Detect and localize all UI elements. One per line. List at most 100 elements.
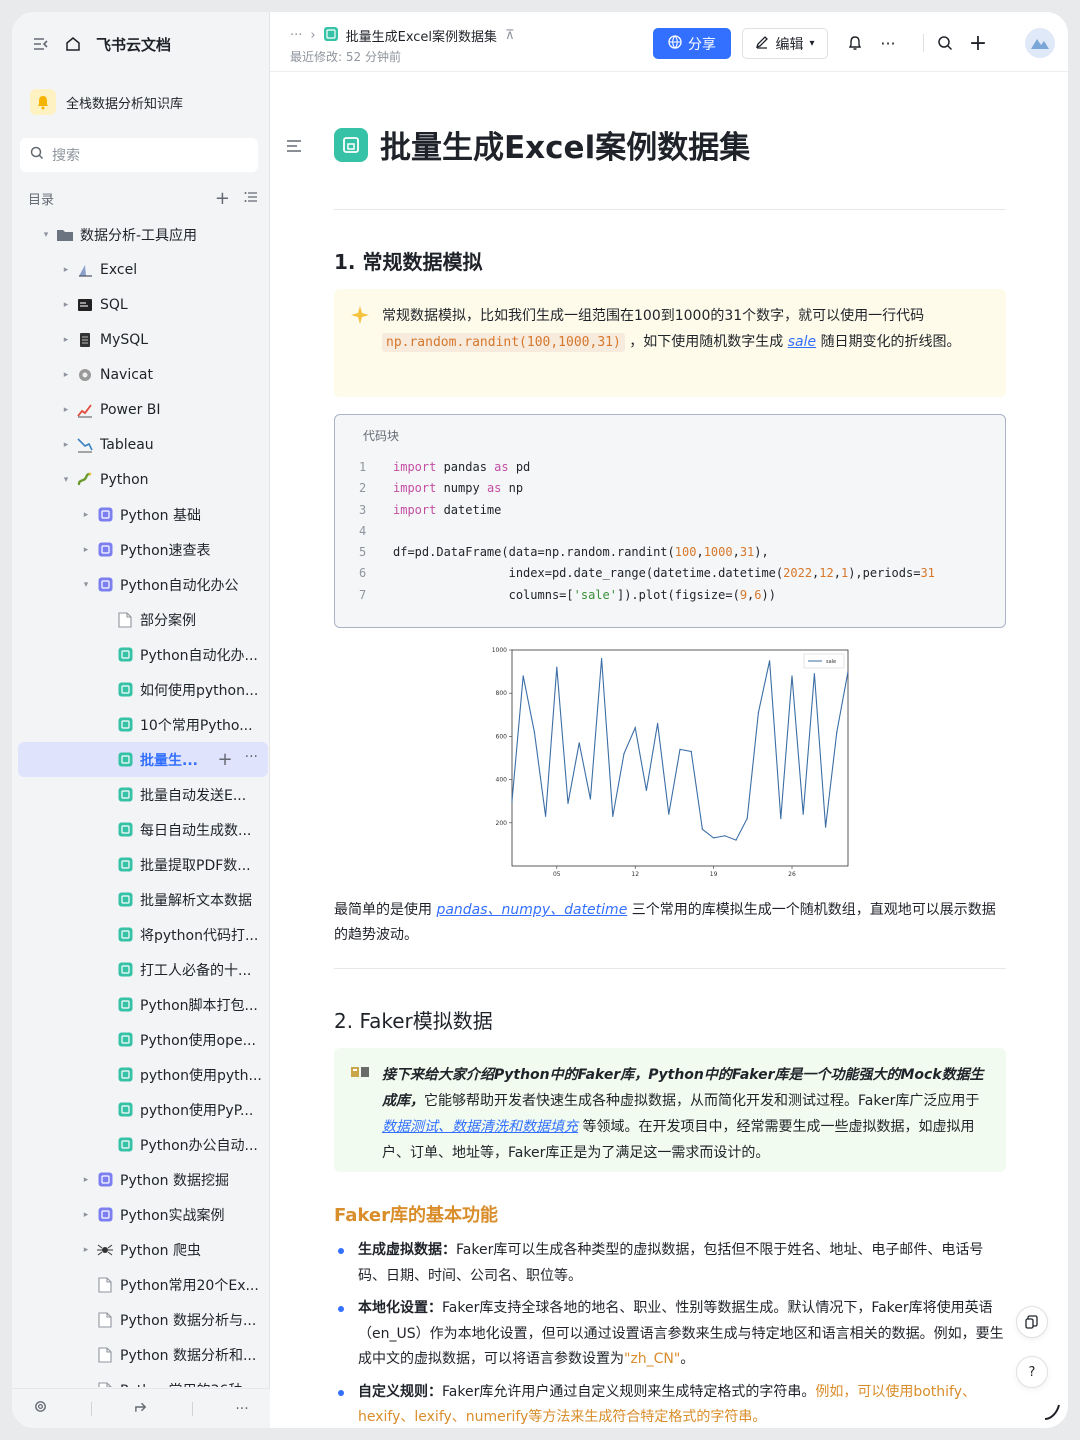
sidebar-item[interactable]: Python使用ope... [12,1022,270,1057]
inline-link[interactable]: sale [788,334,816,350]
settings-icon[interactable] [33,1399,48,1418]
more-icon[interactable]: ··· [235,1401,248,1417]
search-input[interactable]: 搜索 [20,138,258,172]
sidebar: 飞书云文档 全栈数据分析知识库 搜索 目录 + ▾ 数据分析-工具应用 ▸ Excel… [12,12,270,1428]
sidebar-item[interactable]: ▸ Excel [12,252,270,287]
share-button[interactable]: 分享 [653,28,731,59]
pin-icon[interactable]: ⊼ [505,28,515,43]
chevron-icon[interactable]: ▸ [80,1245,92,1255]
data-point [746,817,748,820]
chevron-icon[interactable]: ▾ [80,580,92,590]
sidebar-item[interactable]: Python常用的36种... [12,1372,270,1387]
sidebar-item[interactable]: ▸ Tableau [12,427,270,462]
sidebar-item[interactable]: python使用pyth... [12,1057,270,1092]
sidebar-item[interactable]: ▸ Python 爬虫 [12,1232,270,1267]
sidebar-item[interactable]: Python常用20个Ex... [12,1267,270,1302]
chevron-icon[interactable]: ▸ [80,510,92,520]
doc-icon [96,1171,114,1189]
sidebar-item[interactable]: 10个常用Pytho... [12,707,270,742]
more-options-icon[interactable]: ··· [877,32,899,54]
chevron-icon[interactable]: ▸ [60,265,72,275]
sidebar-item[interactable]: 部分案例 [12,602,270,637]
chevron-icon[interactable]: ▸ [80,1175,92,1185]
sidebar-item[interactable]: 每日自动生成数... [12,812,270,847]
resize-handle-icon[interactable] [1042,1402,1062,1422]
chevron-icon[interactable]: ▾ [60,475,72,485]
list-item-title: 本地化设置： [358,1300,442,1316]
data-point [836,731,838,733]
doc-icon [116,681,134,699]
list-icon[interactable] [244,191,258,207]
sidebar-item[interactable]: ▸ Python实战案例 [12,1197,270,1232]
sidebar-item[interactable]: ▸ Power BI [12,392,270,427]
sidebar-item-label: SQL [100,296,128,313]
sidebar-item[interactable]: 将python代码打... [12,917,270,952]
chevron-icon[interactable]: ▸ [60,300,72,310]
sidebar-item-label: Power BI [100,401,161,418]
sidebar-item[interactable]: ▾ Python自动化办公 [12,567,270,602]
sidebar-item[interactable]: Python自动化办... [12,637,270,672]
sidebar-item[interactable]: ▸ MySQL [12,322,270,357]
more-icon[interactable]: ··· [245,749,258,770]
sidebar-item[interactable]: ▾ 数据分析-工具应用 [12,217,270,252]
chevron-icon[interactable]: ▸ [80,545,92,555]
breadcrumb-more[interactable]: ··· [290,28,302,43]
sidebar-item[interactable]: 如何使用python... [12,672,270,707]
divider [334,209,1006,210]
chevron-icon[interactable]: ▾ [40,230,52,240]
breadcrumb-doc-title[interactable]: 批量生成Excel案例数据集 [346,26,497,45]
app-name[interactable]: 飞书云文档 [96,34,171,55]
sidebar-item-label: Python [100,471,149,488]
collapse-sidebar-icon[interactable] [32,35,50,53]
chevron-icon[interactable]: ▸ [60,370,72,380]
help-button[interactable]: ? [1016,1356,1048,1388]
list-item: 本地化设置：Faker库支持全球各地的地名、职业、性别等数据生成。默认情况下，F… [334,1296,1006,1373]
sidebar-item-label: Navicat [100,366,153,383]
x-tick-label: 05 [553,871,561,878]
data-point [567,802,569,804]
edit-button[interactable]: 编辑 ▾ [742,28,828,59]
chevron-icon[interactable]: ▸ [60,405,72,415]
callout-text-part: 常规数据模拟，比如我们生成一组范围在100到1000的31个数字，就可以使用一行… [382,308,925,324]
code-line: 4 [359,521,935,542]
doc-icon [116,1066,134,1084]
sidebar-item[interactable]: ▸ Navicat [12,357,270,392]
sidebar-item[interactable]: 批量生... + ··· [18,742,268,777]
sidebar-item[interactable]: 批量自动发送E... [12,777,270,812]
sidebar-item[interactable]: Python 数据分析与... [12,1302,270,1337]
create-icon[interactable]: + [967,31,989,56]
sidebar-item[interactable]: python使用PyP... [12,1092,270,1127]
sidebar-item[interactable]: Python 数据分析和... [12,1337,270,1372]
avatar[interactable] [1025,28,1055,58]
sidebar-item[interactable]: 批量提取PDF数... [12,847,270,882]
sidebar-item[interactable]: ▸ Python速查表 [12,532,270,567]
home-icon[interactable] [64,35,82,53]
sidebar-item[interactable]: 批量解析文本数据 [12,882,270,917]
code-block[interactable]: 代码块 1 import pandas as pd 2 import numpy as… [334,414,1006,628]
copy-link-button[interactable] [1016,1306,1048,1338]
chevron-icon[interactable]: ▸ [60,440,72,450]
chevron-icon[interactable]: ▸ [60,335,72,345]
sidebar-item[interactable]: ▾ Python [12,462,270,497]
notification-icon[interactable] [844,32,866,54]
sidebar-item[interactable]: 打工人必备的十... [12,952,270,987]
inline-link[interactable]: 数据测试、数据清洗和数据填充 [382,1119,578,1135]
inline-link[interactable]: pandas、numpy、datetime [436,902,627,918]
sidebar-item[interactable]: ▸ SQL [12,287,270,322]
chevron-right-icon: › [310,28,316,43]
sidebar-item[interactable]: Python脚本打包... [12,987,270,1022]
folder-icon [56,226,74,244]
outline-icon[interactable] [286,138,306,158]
sidebar-item[interactable]: ▸ Python 数据挖掘 [12,1162,270,1197]
excel-icon [76,261,94,279]
chevron-icon[interactable]: ▸ [80,1210,92,1220]
add-icon[interactable]: + [218,749,233,770]
add-icon[interactable]: + [215,188,230,209]
navicat-icon [76,366,94,384]
search-icon[interactable] [934,32,956,54]
share-arrow-icon[interactable] [134,1400,149,1418]
knowledge-base-header[interactable]: 全栈数据分析知识库 [26,84,258,120]
sidebar-item[interactable]: Python办公自动... [12,1127,270,1162]
sidebar-item[interactable]: ▸ Python 基础 [12,497,270,532]
paragraph-text: 三个常用的库模拟生成一个随机数组，直观地可以展示数据的趋势波动。 [334,902,996,943]
